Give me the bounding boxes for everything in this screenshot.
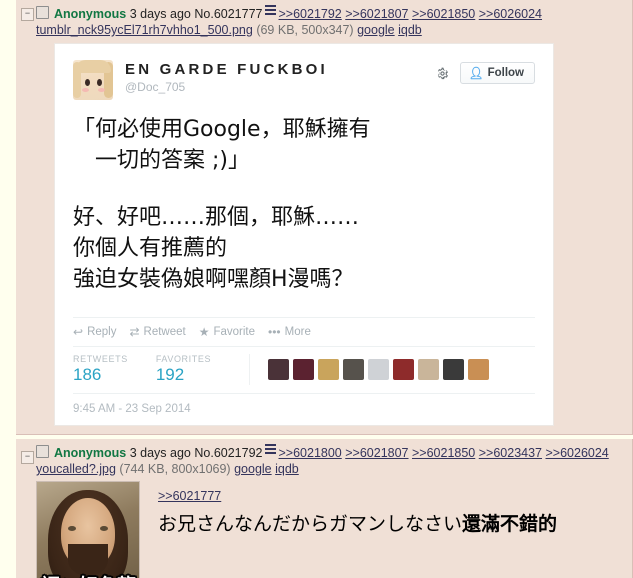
tweet-header-actions: 👤︎ Follow	[435, 60, 535, 84]
tweet-avatar	[73, 60, 113, 100]
google-search-link-2[interactable]: google	[234, 462, 272, 476]
engager-avatar-2[interactable]	[318, 359, 340, 380]
engager-avatar-3[interactable]	[343, 359, 365, 380]
post-1-header: Anonymous 3 days ago No.6021777 >>6021792…	[22, 5, 626, 22]
post-author-name-2: Anonymous	[54, 446, 127, 460]
post-2-container: Anonymous 3 days ago No.6021792 >>6021800…	[16, 439, 633, 578]
post-number[interactable]: No.6021777	[194, 7, 262, 21]
post-1-fileinfo: tumblr_nck95ycEl71rh7vhho1_500.png (69 K…	[22, 22, 626, 38]
tweet-display-name: EN GARDE FUCKBOI	[125, 61, 328, 78]
tweet-text: 「何必使用Google，耶穌擁有 一切的答案 ;)」 好、好吧……那個，耶穌………	[73, 114, 535, 295]
backlink-2-0[interactable]: >>6021800	[279, 446, 342, 460]
engager-avatar-5[interactable]	[393, 359, 415, 380]
post-2-fileinfo: youcalled?.jpg (744 KB, 800x1069) google…	[22, 461, 626, 477]
tweet-more-label: More	[284, 326, 311, 338]
post-menu-icon[interactable]	[264, 5, 276, 17]
file-size: (69 KB, 500x347)	[256, 23, 354, 37]
backlink-2-4[interactable]: >>6026024	[546, 446, 609, 460]
post-2-body: 譯：好色龍 >>6021777 お兄さんなんだからガマンしなさい還滿不錯的	[22, 481, 626, 578]
tweet-retweet-label: Retweet	[143, 326, 186, 338]
tweet-reply-action[interactable]: ↩ Reply	[73, 326, 116, 338]
quote-link-6021777[interactable]: >>6021777	[158, 488, 221, 504]
tweet-action-bar: ↩ Reply ⇄ Retweet ★ Favorite ••• More	[73, 317, 535, 338]
backlink-2-2[interactable]: >>6021850	[412, 446, 475, 460]
backlink-1[interactable]: >>6021807	[345, 7, 408, 21]
follow-button[interactable]: 👤︎ Follow	[460, 62, 535, 84]
favorites-count: 192	[155, 365, 185, 384]
file-name-link[interactable]: tumblr_nck95ycEl71rh7vhho1_500.png	[36, 23, 253, 37]
post-2: − Anonymous 3 days ago No.6021792 >>60218…	[0, 439, 633, 578]
engager-avatars	[249, 354, 490, 385]
ellipsis-icon: •••	[268, 325, 281, 339]
tweet-reply-label: Reply	[87, 326, 117, 338]
engager-avatar-8[interactable]	[468, 359, 490, 380]
retweets-stat[interactable]: RETWEETS 186	[73, 354, 128, 385]
iqdb-search-link-2[interactable]: iqdb	[275, 462, 299, 476]
retweets-label: RETWEETS	[73, 354, 128, 364]
post-2-message-zh: 還滿不錯的	[462, 513, 558, 535]
post-time: 3 days ago	[129, 7, 191, 21]
tweet-timestamp: 9:45 AM - 23 Sep 2014	[73, 393, 535, 415]
engager-avatar-4[interactable]	[368, 359, 390, 380]
backlink-2-3[interactable]: >>6023437	[479, 446, 542, 460]
backlink-2[interactable]: >>6021850	[412, 7, 475, 21]
post-2-message-jp: お兄さんなんだからガマンしなさい	[158, 513, 463, 535]
post-menu-icon-2[interactable]	[264, 444, 276, 456]
post-collapse-toggle-2[interactable]: −	[21, 451, 34, 464]
gear-icon[interactable]	[435, 66, 450, 81]
favorites-label: FAVORITES	[155, 354, 212, 364]
tweet-retweet-action[interactable]: ⇄ Retweet	[129, 326, 185, 338]
engager-avatar-1[interactable]	[293, 359, 315, 380]
star-icon: ★	[198, 325, 210, 339]
post-1-container: Anonymous 3 days ago No.6021777 >>6021792…	[16, 0, 633, 435]
thread-page: − Anonymous 3 days ago No.6021777 >>60217…	[0, 0, 633, 578]
tweet-line-1: 「何必使用Google，耶穌擁有	[73, 117, 371, 142]
tweet-line-5: 強迫女裝偽娘啊嘿顏H漫嗎？	[73, 267, 354, 292]
post-1: − Anonymous 3 days ago No.6021777 >>60217…	[0, 0, 633, 435]
tweet-stats: RETWEETS 186 FAVORITES 192	[73, 346, 535, 391]
engager-avatar-0[interactable]	[268, 359, 290, 380]
tweet-line-4: 你個人有推薦的	[73, 236, 228, 261]
add-person-icon: 👤︎	[468, 66, 484, 80]
post-select-checkbox-2[interactable]	[36, 445, 49, 458]
post-collapse-toggle[interactable]: −	[21, 8, 34, 21]
tweet-header: EN GARDE FUCKBOI @Doc_705 👤︎ Follow	[73, 60, 535, 100]
post-2-message: お兄さんなんだからガマンしなさい還滿不錯的	[158, 511, 557, 537]
favorites-stat[interactable]: FAVORITES 192	[156, 354, 211, 385]
post-author-name: Anonymous	[54, 7, 127, 21]
thumbnail-caption: 譯：好色龍	[41, 571, 136, 578]
retweets-count: 186	[73, 365, 102, 384]
post-2-text: >>6021777 お兄さんなんだからガマンしなさい還滿不錯的	[140, 481, 557, 578]
retweet-icon: ⇄	[129, 325, 140, 339]
backlink-3[interactable]: >>6026024	[479, 7, 542, 21]
engager-avatar-6[interactable]	[418, 359, 440, 380]
tweet-favorite-action[interactable]: ★ Favorite	[199, 326, 255, 338]
tweet-line-2: 一切的答案 ;)」	[73, 148, 250, 173]
engager-avatar-7[interactable]	[443, 359, 465, 380]
follow-button-label: Follow	[487, 67, 524, 79]
file-name-link-2[interactable]: youcalled?.jpg	[36, 462, 116, 476]
tweet-identity: EN GARDE FUCKBOI @Doc_705	[125, 60, 435, 95]
post-number-2[interactable]: No.6021792	[194, 446, 262, 460]
google-search-link[interactable]: google	[357, 23, 395, 37]
post-2-header: Anonymous 3 days ago No.6021792 >>6021800…	[22, 444, 626, 461]
tweet-more-action[interactable]: ••• More	[268, 326, 311, 338]
post-time-2: 3 days ago	[129, 446, 191, 460]
reply-arrow-icon: ↩	[73, 325, 84, 339]
post-1-image-tweet[interactable]: EN GARDE FUCKBOI @Doc_705 👤︎ Follow 「何必使…	[54, 43, 554, 426]
tweet-line-3: 好、好吧……那個，耶穌……	[73, 205, 360, 230]
iqdb-search-link[interactable]: iqdb	[398, 23, 422, 37]
post-select-checkbox[interactable]	[36, 6, 49, 19]
file-size-2: (744 KB, 800x1069)	[119, 462, 231, 476]
tweet-handle: @Doc_705	[125, 80, 186, 94]
post-2-thumbnail[interactable]: 譯：好色龍	[36, 481, 140, 578]
backlink-2-1[interactable]: >>6021807	[345, 446, 408, 460]
backlink-0[interactable]: >>6021792	[279, 7, 342, 21]
tweet-favorite-label: Favorite	[213, 326, 256, 338]
